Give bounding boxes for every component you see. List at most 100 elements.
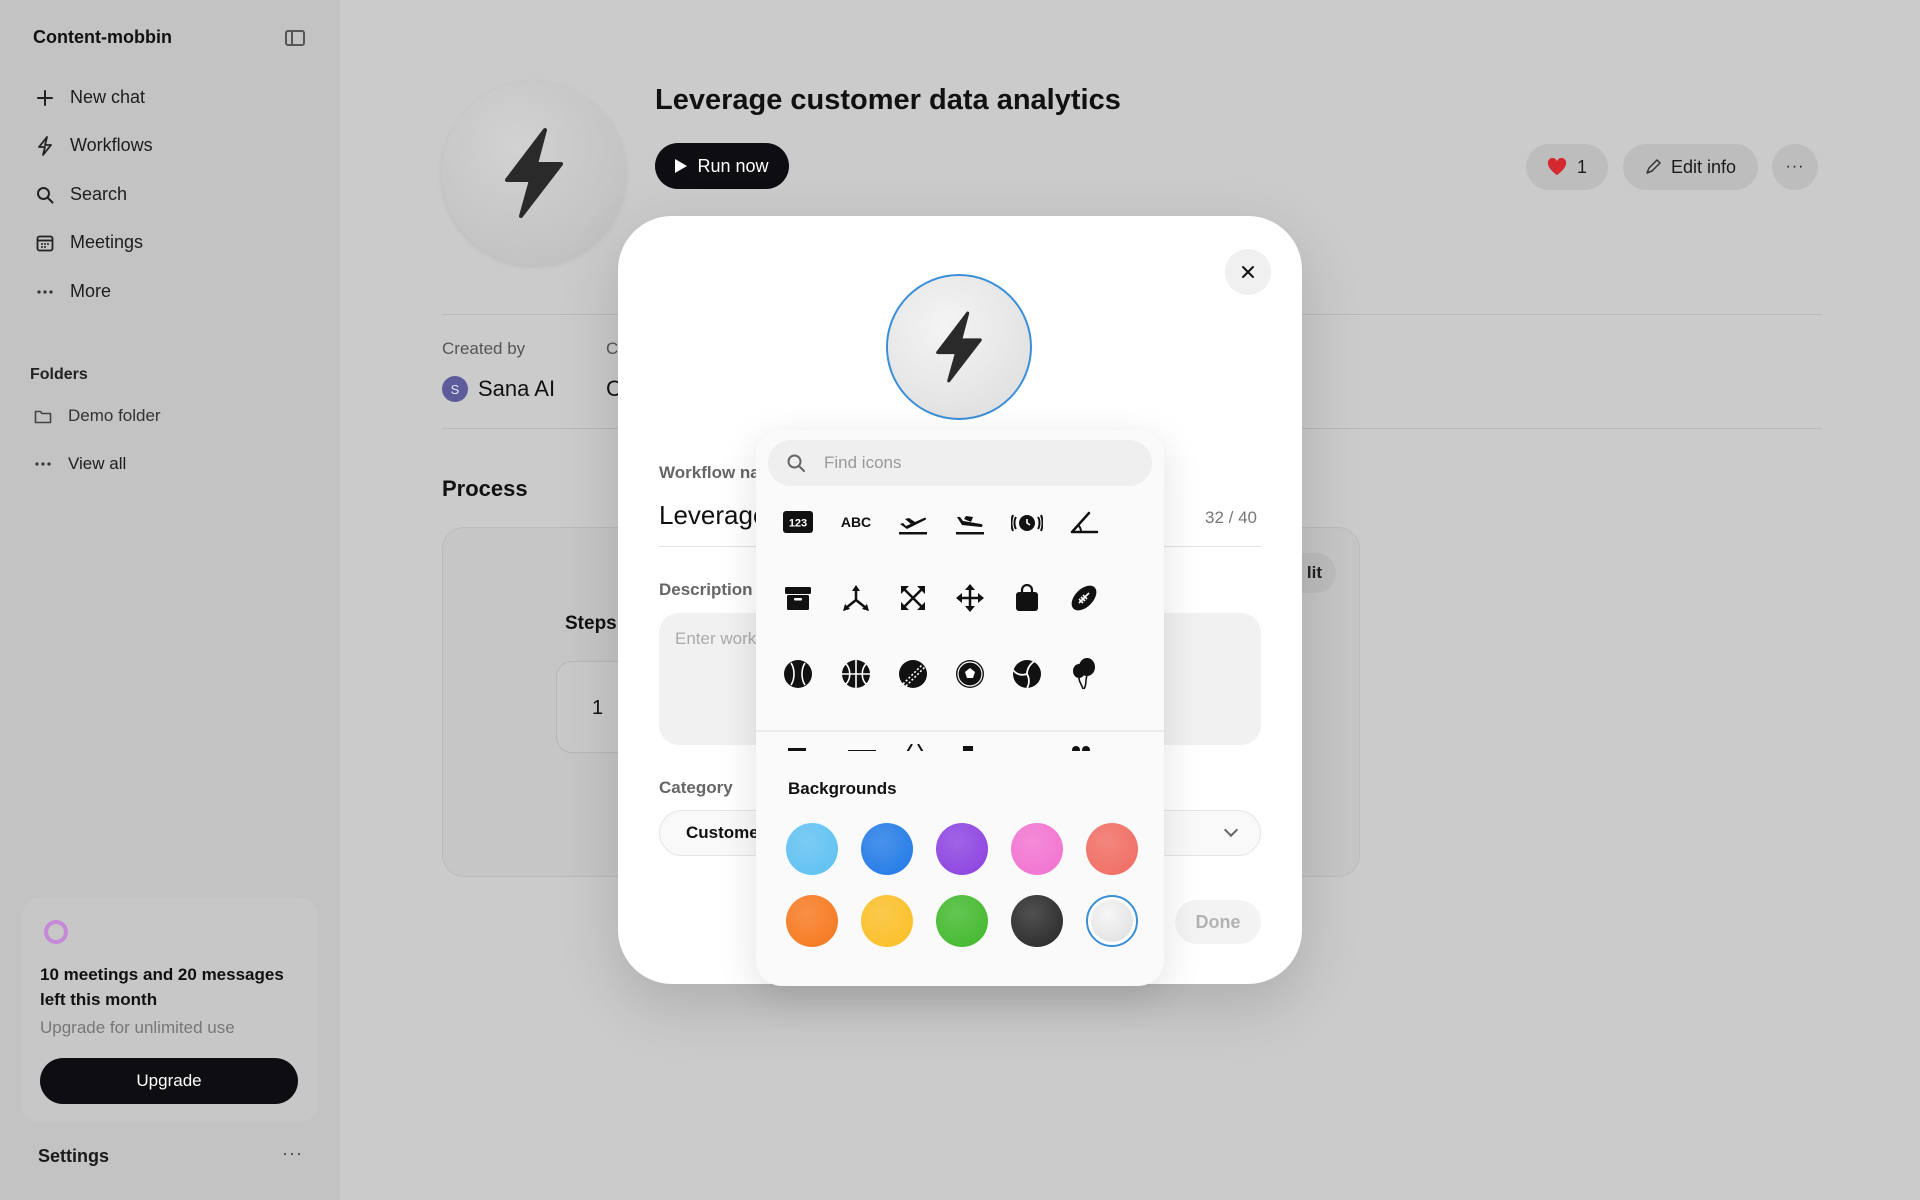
sidebar-item-meetings[interactable]: Meetings — [34, 232, 143, 253]
sidebar-toggle-icon[interactable] — [285, 30, 305, 46]
text-abc-icon[interactable]: ABC — [836, 502, 876, 542]
chevron-down-icon — [1223, 822, 1239, 838]
swatch-orange[interactable] — [786, 895, 838, 947]
svg-text:123: 123 — [789, 518, 807, 530]
soccer-ball-icon[interactable] — [950, 654, 990, 694]
swatch-black[interactable] — [1011, 895, 1063, 947]
description-label: Description — [659, 580, 753, 599]
sidebar-item-workflows[interactable]: Workflows — [34, 135, 153, 156]
swatch-green[interactable] — [936, 895, 988, 947]
icon-picker-popover: Find icons 123 ABC Backgrounds — [756, 430, 1164, 986]
swatch-pink[interactable] — [1011, 823, 1063, 875]
sidebar-item-label: New chat — [70, 87, 146, 107]
folder-view-all[interactable]: View all — [34, 454, 126, 474]
swatch-light-blue[interactable] — [786, 823, 838, 875]
usage-subtext: Upgrade for unlimited use — [40, 1018, 235, 1037]
close-button[interactable] — [1225, 249, 1271, 295]
run-now-label: Run now — [697, 155, 769, 176]
play-icon — [675, 159, 688, 173]
volleyball-icon[interactable] — [1007, 654, 1047, 694]
airplane-departure-icon[interactable] — [893, 502, 933, 542]
search-icon — [34, 186, 56, 204]
step-number: 1 — [592, 697, 604, 719]
page-title: Leverage customer data analytics — [655, 84, 1121, 116]
sidebar-item-label: Workflows — [70, 135, 153, 155]
avatar: S — [442, 376, 468, 402]
balloons-icon[interactable] — [1064, 654, 1104, 694]
workflow-name-label: Workflow na — [659, 463, 760, 482]
baseball-icon[interactable] — [778, 654, 818, 694]
arrows-expand-icon[interactable] — [893, 578, 933, 618]
settings-link[interactable]: Settings — [38, 1146, 109, 1167]
calendar-icon — [34, 234, 56, 252]
bolt-icon — [34, 135, 56, 156]
like-button[interactable]: 1 — [1526, 144, 1608, 190]
workspace-name[interactable]: Content-mobbin — [33, 27, 172, 48]
swatch-yellow[interactable] — [861, 895, 913, 947]
category-value: Custome — [686, 823, 759, 842]
more-options-button[interactable]: ··· — [1772, 144, 1818, 190]
workflow-icon[interactable] — [442, 81, 626, 265]
process-heading: Process — [442, 476, 528, 501]
workflow-name-input[interactable]: Leverage — [659, 500, 767, 531]
pencil-icon — [1646, 159, 1661, 174]
sidebar-item-label: Search — [70, 184, 128, 204]
icon-selector[interactable] — [886, 274, 1032, 420]
numbers-123-icon[interactable]: 123 — [778, 502, 818, 542]
done-button[interactable]: Done — [1175, 900, 1261, 944]
swatch-purple[interactable] — [936, 823, 988, 875]
folder-icon — [34, 409, 56, 424]
bolt-icon — [505, 128, 563, 218]
settings-more-icon[interactable]: ··· — [282, 1143, 303, 1164]
creator: S Sana AI — [442, 376, 555, 402]
ellipsis-icon — [34, 289, 56, 295]
usage-promo-card: 10 meetings and 20 messages left this mo… — [22, 898, 318, 1122]
archive-box-icon[interactable] — [778, 578, 818, 618]
swatch-blue[interactable] — [861, 823, 913, 875]
airplane-arrival-icon[interactable] — [950, 502, 990, 542]
run-now-button[interactable]: Run now — [655, 143, 789, 189]
folder-item-label: View all — [68, 454, 127, 473]
bag-icon[interactable] — [1007, 578, 1047, 618]
edit-info-button[interactable]: Edit info — [1623, 144, 1758, 190]
cricket-ball-icon[interactable] — [893, 654, 933, 694]
close-icon — [1242, 266, 1254, 278]
swatch-coral[interactable] — [1086, 823, 1138, 875]
character-counter: 32 / 40 — [1205, 508, 1257, 527]
sidebar: Content-mobbin New chat Workflows Search… — [0, 0, 340, 1200]
swatch-white[interactable] — [1086, 895, 1138, 947]
sidebar-item-new-chat[interactable]: New chat — [34, 87, 145, 108]
steps-label: Steps — [565, 613, 617, 634]
usage-ring-icon — [44, 920, 68, 944]
category-label: Category — [659, 778, 733, 797]
sidebar-item-search[interactable]: Search — [34, 184, 127, 205]
svg-text:ABC: ABC — [841, 514, 871, 530]
usage-message: 10 meetings and 20 messages left this mo… — [40, 965, 284, 1009]
upgrade-button[interactable]: Upgrade — [40, 1058, 298, 1104]
icon-grid-overflow — [778, 741, 1142, 751]
angle-icon[interactable] — [1064, 502, 1104, 542]
folder-item-label: Demo folder — [68, 406, 161, 425]
ellipsis-icon — [34, 461, 56, 467]
alarm-icon[interactable] — [1007, 502, 1047, 542]
second-meta-label: C — [606, 339, 619, 358]
sidebar-item-more[interactable]: More — [34, 281, 111, 302]
arrow-triangle-branch-icon[interactable] — [836, 578, 876, 618]
american-football-icon[interactable] — [1064, 578, 1104, 618]
description-placeholder: Enter work — [675, 629, 757, 648]
search-icon — [787, 454, 805, 472]
plus-icon — [34, 89, 56, 107]
basketball-icon[interactable] — [836, 654, 876, 694]
search-placeholder: Find icons — [824, 453, 902, 472]
folders-heading: Folders — [30, 366, 88, 383]
created-by-label: Created by — [442, 339, 526, 358]
divider — [756, 730, 1164, 732]
sidebar-item-label: More — [70, 281, 112, 301]
icon-search-input[interactable]: Find icons — [768, 440, 1152, 486]
creator-name: Sana AI — [478, 376, 556, 401]
icon-grid: 123 ABC — [778, 502, 1142, 690]
arrows-move-icon[interactable] — [950, 578, 990, 618]
edit-info-label: Edit info — [1670, 156, 1737, 177]
folder-item-demo[interactable]: Demo folder — [34, 406, 161, 426]
like-count: 1 — [1576, 156, 1587, 177]
